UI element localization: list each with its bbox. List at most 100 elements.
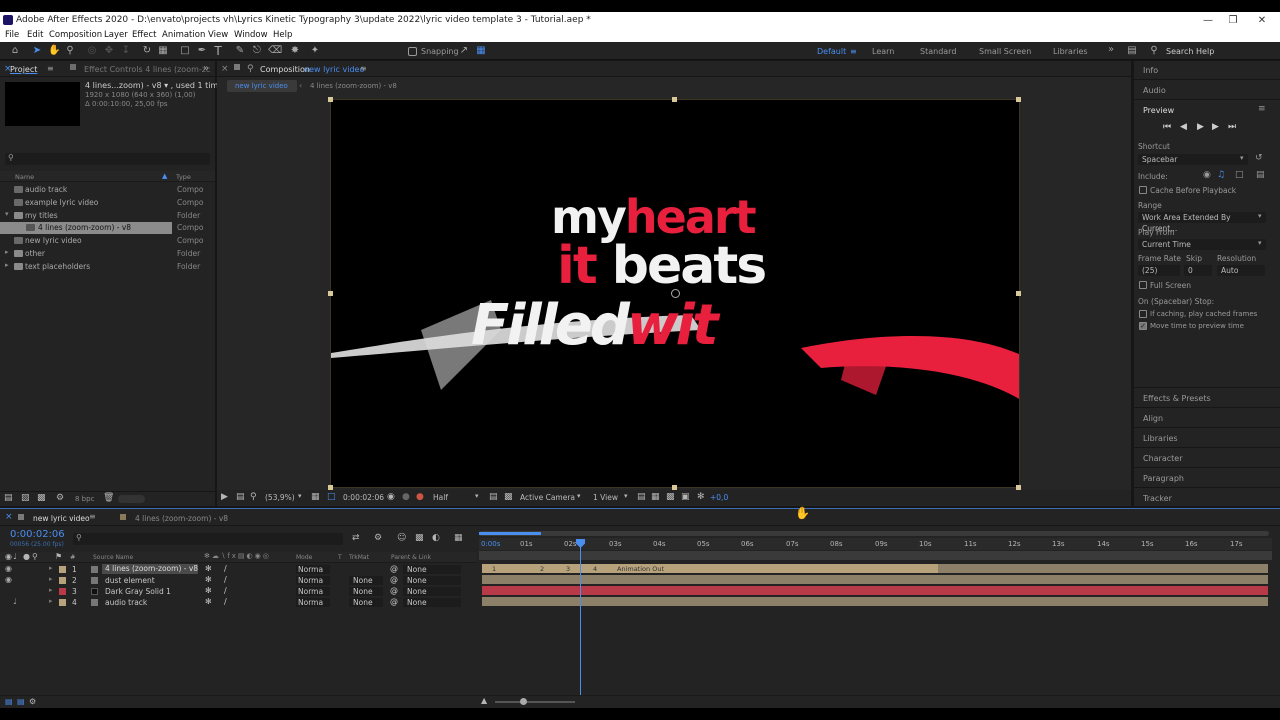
mode-dropdown[interactable]: Norma xyxy=(296,598,330,607)
workspace-learn[interactable]: Learn xyxy=(872,47,894,56)
snap-edge-icon[interactable]: ↗ xyxy=(458,45,470,57)
motion-blur-icon[interactable]: ◐ xyxy=(432,533,440,543)
move-time-checkbox[interactable]: ✓ xyxy=(1139,322,1147,330)
roto-tool-icon[interactable]: ✸ xyxy=(289,45,301,57)
home-icon[interactable]: ⌂ xyxy=(9,45,21,57)
mask-icon[interactable]: ⚲ xyxy=(250,492,257,502)
project-item-other[interactable]: ▸ other Folder xyxy=(0,248,210,260)
tracker-panel[interactable]: Tracker xyxy=(1143,494,1172,503)
layer-bar-1-extended[interactable] xyxy=(938,564,1268,573)
more-workspaces-icon[interactable]: » xyxy=(1108,44,1114,55)
current-time-display[interactable]: 0:00:02:06 xyxy=(10,529,65,540)
zoom-dropdown[interactable]: (53,9%) xyxy=(265,493,295,502)
timeline-menu-icon[interactable]: ≡ xyxy=(89,512,96,521)
zoom-slider-thumb[interactable] xyxy=(520,698,527,705)
lock-icon[interactable]: ⚲ xyxy=(247,64,254,74)
pick-whip-icon[interactable]: @ xyxy=(390,575,398,584)
timeline-tab[interactable]: 4 lines (zoom-zoom) - v8 xyxy=(135,514,228,523)
show-snapshot-icon[interactable]: ● xyxy=(402,492,410,502)
exposure-icon[interactable]: ✻ xyxy=(697,492,705,502)
menu-edit[interactable]: Edit xyxy=(27,30,43,40)
work-area-bar[interactable] xyxy=(479,532,541,535)
camera-dropdown[interactable]: Active Camera xyxy=(520,493,575,502)
always-preview-icon[interactable]: ▶ xyxy=(221,492,228,502)
collapse-transform-icon[interactable]: ✻ xyxy=(205,597,212,606)
pick-whip-icon[interactable]: @ xyxy=(390,564,398,573)
info-panel[interactable]: Info xyxy=(1143,66,1158,75)
zoom-out-icon[interactable]: ▲ xyxy=(481,696,487,705)
frame-rate-dropdown[interactable]: (25) xyxy=(1138,265,1180,276)
chevron-right-icon[interactable]: ▸ xyxy=(49,575,53,583)
shortcut-dropdown[interactable]: Spacebar xyxy=(1138,154,1248,165)
libraries-panel[interactable]: Libraries xyxy=(1143,434,1178,443)
transform-handle[interactable] xyxy=(328,97,333,102)
layer-row-3[interactable]: ▸ 3 Dark Gray Solid 1 ✻ ∕ Norma None @ N… xyxy=(0,586,477,597)
eraser-tool-icon[interactable]: ⌫ xyxy=(268,45,282,57)
transform-handle[interactable] xyxy=(672,97,677,102)
layer-color-label[interactable] xyxy=(59,577,66,584)
chevron-right-icon[interactable]: ▸ xyxy=(5,248,9,256)
align-panel[interactable]: Align xyxy=(1143,414,1163,423)
flowchart-icon[interactable]: ▣ xyxy=(681,492,690,502)
paragraph-panel[interactable]: Paragraph xyxy=(1143,474,1184,483)
close-tab-icon[interactable]: × xyxy=(5,512,13,522)
workspace-libraries[interactable]: Libraries xyxy=(1053,47,1088,56)
include-overlays-icon[interactable]: □ xyxy=(1235,170,1244,180)
timeline-search-input[interactable]: ⚲ xyxy=(73,533,343,545)
last-frame-icon[interactable]: ⏭ xyxy=(1228,122,1236,132)
audio-panel[interactable]: Audio xyxy=(1143,86,1166,95)
parent-dropdown[interactable]: None xyxy=(403,587,461,596)
visibility-eye-icon[interactable]: ◉ xyxy=(5,564,12,573)
menu-view[interactable]: View xyxy=(208,30,228,40)
play-icon[interactable]: ▶ xyxy=(1197,122,1204,132)
fast-previews-icon[interactable]: ▦ xyxy=(651,492,660,502)
chevron-right-icon[interactable]: ▸ xyxy=(49,564,53,572)
snap-features-icon[interactable]: ▦ xyxy=(475,45,487,57)
time-navigator[interactable] xyxy=(479,531,1269,536)
puppet-tool-icon[interactable]: ✦ xyxy=(309,45,321,57)
quality-icon[interactable]: ∕ xyxy=(224,575,227,584)
exposure-value[interactable]: +0,0 xyxy=(710,493,728,502)
pen-tool-icon[interactable]: ✒ xyxy=(196,45,208,57)
toggle-pixel-aspect-icon[interactable]: ▤ xyxy=(637,492,646,502)
speaker-icon[interactable]: ♩ xyxy=(13,597,17,606)
project-item-new-lyric-video[interactable]: new lyric video Compo xyxy=(0,235,210,247)
chevron-down-icon[interactable]: ▾ xyxy=(577,492,581,500)
snapping-checkbox[interactable] xyxy=(408,47,417,56)
resolution-preview-dropdown[interactable]: Auto xyxy=(1217,265,1265,276)
timecode-display[interactable]: 0:00:02:06 xyxy=(343,493,384,502)
chevron-down-icon[interactable]: ▾ xyxy=(475,492,479,500)
close-tab-icon[interactable]: × xyxy=(221,64,229,74)
pick-whip-icon[interactable]: @ xyxy=(390,597,398,606)
column-type[interactable]: Type xyxy=(176,173,191,181)
mode-dropdown[interactable]: Norma xyxy=(296,565,330,574)
breadcrumb-item[interactable]: 4 lines (zoom-zoom) - v8 xyxy=(310,82,397,90)
project-item-audio-track[interactable]: audio track Compo xyxy=(0,184,210,196)
work-area[interactable] xyxy=(479,551,1272,560)
composition-menu-icon[interactable]: ≡ xyxy=(360,64,367,73)
chevron-right-icon[interactable]: ▸ xyxy=(49,597,53,605)
hand-tool-icon[interactable]: ✋ xyxy=(48,45,60,57)
rectangle-tool-icon[interactable]: □ xyxy=(179,45,191,57)
trkmat-dropdown[interactable]: None xyxy=(349,576,383,585)
transparency-grid-icon[interactable]: ▩ xyxy=(504,492,513,502)
parent-link-column[interactable]: Parent & Link xyxy=(391,554,431,561)
layer-bar-3[interactable] xyxy=(482,586,1268,595)
anchor-tool-icon[interactable]: ▦ xyxy=(157,45,169,57)
chevron-right-icon[interactable]: ▸ xyxy=(5,261,9,269)
mode-dropdown[interactable]: Norma xyxy=(296,576,330,585)
workspace-small-screen[interactable]: Small Screen xyxy=(979,47,1031,56)
trkmat-dropdown[interactable]: None xyxy=(349,587,383,596)
trash-icon[interactable]: 🗑 xyxy=(103,493,114,503)
resolution-dropdown[interactable]: Half xyxy=(433,493,448,502)
zoom-slider[interactable] xyxy=(495,701,575,703)
new-folder-icon[interactable]: ▧ xyxy=(21,493,30,503)
more-panels-icon[interactable]: » xyxy=(203,63,209,74)
include-layer-controls-icon[interactable]: ▤ xyxy=(1256,170,1265,180)
mode-column[interactable]: Mode xyxy=(296,554,312,561)
trkmat-column[interactable]: TrkMat xyxy=(349,554,369,561)
pan-tool-icon[interactable]: ✥ xyxy=(103,45,115,57)
menu-help[interactable]: Help xyxy=(273,30,292,40)
layer-row-1[interactable]: ◉ ▸ 1 4 lines (zoom-zoom) - v8 ✻ ∕ Norma… xyxy=(0,564,477,575)
project-search-input[interactable]: ⚲ xyxy=(5,153,210,165)
